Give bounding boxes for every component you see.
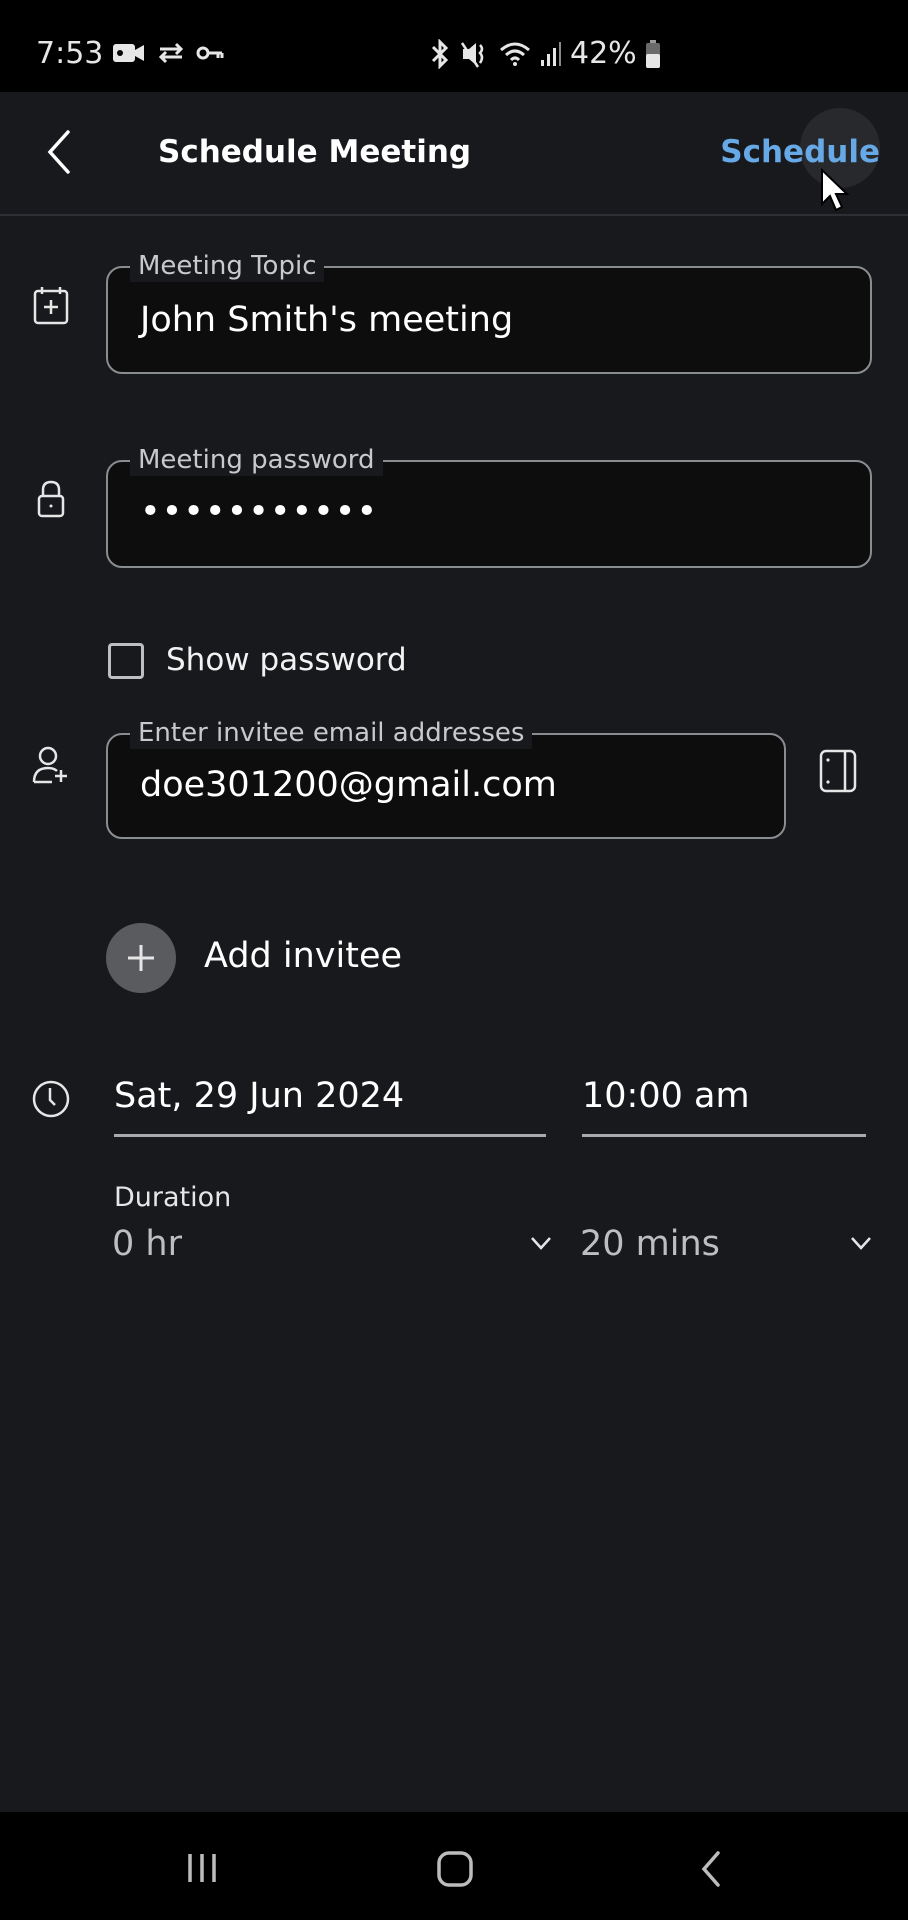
page-title: Schedule Meeting: [158, 134, 472, 170]
home-icon[interactable]: [436, 1850, 474, 1888]
meeting-password-label: Meeting password: [130, 444, 383, 476]
mute-icon: [460, 41, 484, 68]
clock-icon: [32, 1080, 70, 1118]
battery-percent: 42%: [570, 36, 637, 71]
calendar-add-icon: [33, 287, 69, 325]
battery-icon: [645, 39, 660, 68]
meeting-topic-label: Meeting Topic: [130, 250, 325, 282]
mouse-cursor-icon: [821, 168, 850, 212]
signal-icon: [541, 41, 561, 66]
wifi-icon: [500, 42, 530, 66]
invitee-email-input[interactable]: doe301200@gmail.com: [140, 765, 557, 805]
add-invitee-button[interactable]: [106, 923, 176, 993]
meeting-topic-input[interactable]: John Smith's meeting: [140, 300, 513, 340]
chevron-down-icon[interactable]: [848, 1230, 874, 1256]
person-add-icon: [32, 746, 67, 784]
invitee-email-label: Enter invitee email addresses: [130, 717, 533, 749]
contacts-book-icon[interactable]: [818, 748, 858, 794]
add-invitee-label[interactable]: Add invitee: [204, 936, 402, 976]
vpn-key-icon: [196, 46, 224, 60]
schedule-button[interactable]: Schedule: [720, 134, 880, 170]
duration-label: Duration: [114, 1182, 232, 1213]
duration-hours-select[interactable]: 0 hr: [112, 1224, 556, 1274]
date-value: Sat, 29 Jun 2024: [114, 1076, 405, 1116]
plus-icon: [128, 945, 154, 971]
status-bar: 7:53 42%: [0, 0, 908, 92]
duration-minutes-select[interactable]: 20 mins: [580, 1224, 880, 1274]
status-time: 7:53: [36, 36, 104, 71]
recent-apps-icon[interactable]: [184, 1850, 220, 1886]
chevron-down-icon[interactable]: [528, 1230, 554, 1256]
time-value: 10:00 am: [582, 1076, 750, 1116]
meeting-password-field[interactable]: Meeting password •••••••••••: [106, 444, 872, 568]
show-password-checkbox[interactable]: [108, 643, 144, 679]
back-arrow-icon[interactable]: [40, 126, 84, 178]
bluetooth-icon: [431, 38, 449, 69]
duration-minutes-value: 20 mins: [580, 1224, 720, 1264]
duration-hours-value: 0 hr: [112, 1224, 182, 1264]
video-camera-icon: [113, 44, 144, 62]
show-password-label[interactable]: Show password: [166, 642, 407, 678]
app-bar: Schedule Meeting Schedule: [0, 92, 908, 216]
meeting-topic-field[interactable]: Meeting Topic John Smith's meeting: [106, 250, 872, 374]
lock-icon: [37, 480, 65, 518]
invitee-email-field[interactable]: Enter invitee email addresses doe301200@…: [106, 717, 786, 839]
time-picker[interactable]: 10:00 am: [582, 1076, 866, 1137]
date-picker[interactable]: Sat, 29 Jun 2024: [114, 1076, 546, 1137]
system-nav-bar: [0, 1812, 908, 1920]
nav-back-icon[interactable]: [696, 1850, 726, 1888]
meeting-password-input[interactable]: •••••••••••: [140, 492, 378, 532]
sync-check-icon: [158, 42, 184, 64]
